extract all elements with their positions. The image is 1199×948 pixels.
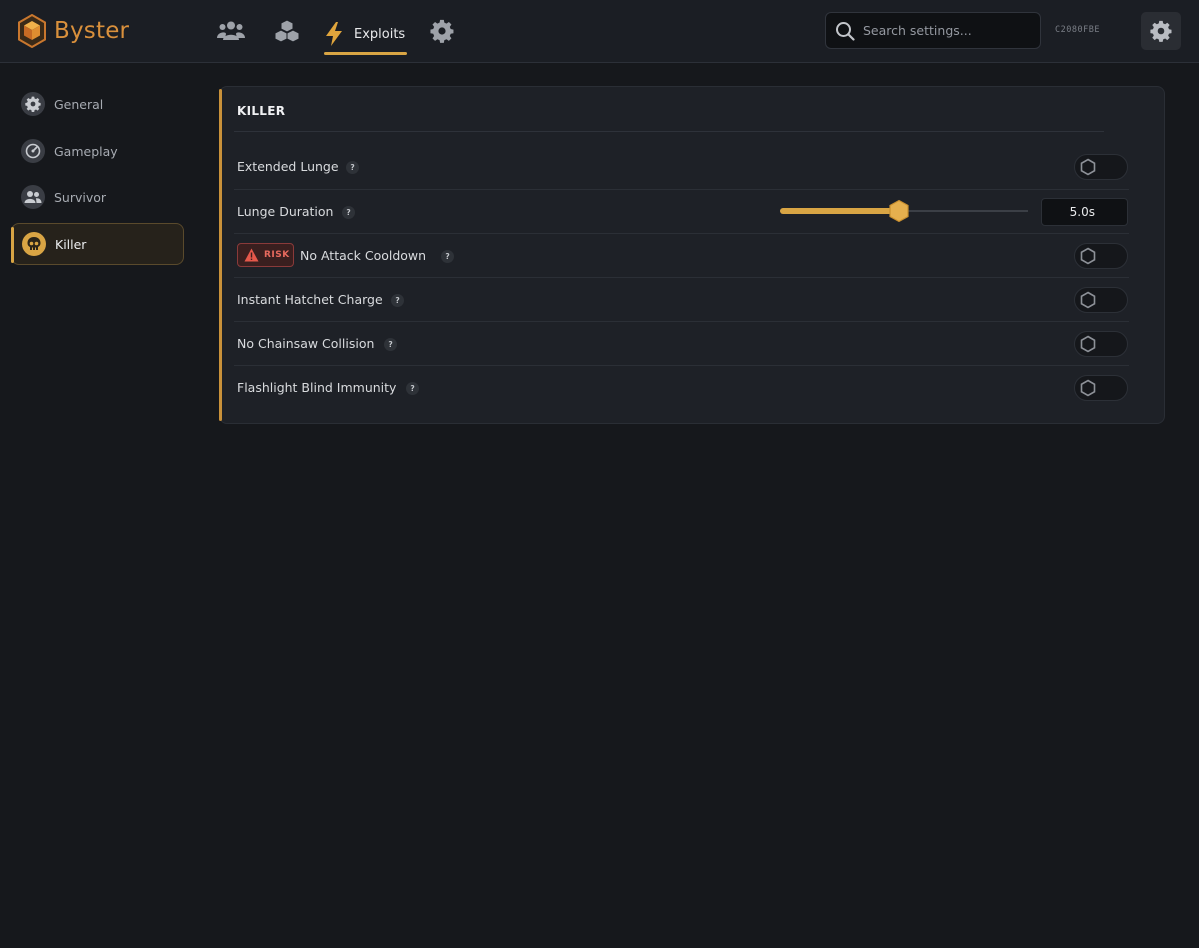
hwid-label: C2080FBE xyxy=(1055,25,1100,35)
nav-tab-players[interactable] xyxy=(217,17,245,45)
nav-tab-exploits[interactable]: Exploits xyxy=(323,14,407,55)
help-icon[interactable]: ? xyxy=(441,250,454,263)
slider-handle-icon[interactable] xyxy=(888,199,910,223)
hexagon-knob-icon xyxy=(1080,291,1096,309)
sidebar-item-survivor[interactable]: Survivor xyxy=(11,176,184,218)
hexagon-knob-icon xyxy=(1080,247,1096,265)
hexagon-knob-icon xyxy=(1080,379,1096,397)
app-window: Byster Exploits Search settings... C2080… xyxy=(0,0,1199,948)
active-tab-indicator xyxy=(324,52,407,55)
sidebar-item-label: Survivor xyxy=(54,189,107,205)
setting-label: No Attack Cooldown xyxy=(300,248,427,263)
sidebar-item-general[interactable]: General xyxy=(11,83,184,125)
settings-button[interactable] xyxy=(1141,12,1181,50)
sidebar-item-killer[interactable]: Killer xyxy=(11,223,184,265)
risk-badge-label: RISK xyxy=(264,250,290,260)
lunge-duration-slider[interactable] xyxy=(780,199,1028,223)
gauge-icon xyxy=(21,139,45,163)
no-chainsaw-collision-toggle[interactable] xyxy=(1074,331,1128,357)
setting-row-flashlight-blind-immunity: Flashlight Blind Immunity ? xyxy=(234,365,1129,409)
brand-name: Byster xyxy=(54,18,130,44)
hexagon-knob-icon xyxy=(1080,158,1096,176)
setting-row-no-chainsaw-collision: No Chainsaw Collision ? xyxy=(234,321,1129,365)
setting-label: No Chainsaw Collision xyxy=(237,336,375,351)
sidebar-item-gameplay[interactable]: Gameplay xyxy=(11,130,184,172)
search-box[interactable] xyxy=(825,12,1041,49)
nav-tab-modules[interactable] xyxy=(273,17,301,45)
section-divider xyxy=(234,131,1104,132)
help-icon[interactable]: ? xyxy=(342,206,355,219)
setting-row-instant-hatchet-charge: Instant Hatchet Charge ? xyxy=(234,277,1129,321)
sidebar-item-label: Gameplay xyxy=(54,143,118,159)
brand: Byster xyxy=(17,14,129,48)
bolt-icon xyxy=(326,22,342,46)
help-icon[interactable]: ? xyxy=(406,382,419,395)
skull-icon xyxy=(22,232,46,256)
section-title: KILLER xyxy=(237,104,286,118)
extended-lunge-toggle[interactable] xyxy=(1074,154,1128,180)
risk-badge: RISK xyxy=(237,243,294,267)
search-icon xyxy=(836,21,855,41)
setting-row-no-attack-cooldown: RISK No Attack Cooldown ? xyxy=(234,233,1129,277)
instant-hatchet-charge-toggle[interactable] xyxy=(1074,287,1128,313)
users-icon xyxy=(217,21,245,40)
setting-row-lunge-duration: Lunge Duration ? 5.0s xyxy=(234,189,1129,233)
flashlight-blind-immunity-toggle[interactable] xyxy=(1074,375,1128,401)
users-icon xyxy=(21,185,45,209)
gear-icon xyxy=(430,19,454,43)
sidebar-item-label: General xyxy=(54,96,104,112)
setting-label: Lunge Duration xyxy=(237,204,334,219)
top-bar: Byster Exploits Search settings... C2080… xyxy=(0,0,1199,63)
setting-row-extended-lunge: Extended Lunge ? xyxy=(234,145,1129,189)
search-input[interactable] xyxy=(861,22,1035,39)
lunge-duration-value[interactable]: 5.0s xyxy=(1041,198,1128,226)
panel-accent-bar xyxy=(219,89,222,421)
setting-label: Flashlight Blind Immunity xyxy=(237,380,397,395)
nav-tab-config[interactable] xyxy=(428,17,456,45)
killer-settings-panel: KILLER Extended Lunge ? Lunge Duration ?… xyxy=(219,86,1165,424)
nav-tab-exploits-label: Exploits xyxy=(354,26,406,42)
hexagon-knob-icon xyxy=(1080,335,1096,353)
setting-label: Instant Hatchet Charge xyxy=(237,292,383,307)
sidebar: General Gameplay Survivor Killer xyxy=(0,63,200,948)
cubes-icon xyxy=(274,19,300,43)
byster-logo-icon xyxy=(18,14,46,48)
warning-icon xyxy=(244,248,259,262)
gear-icon xyxy=(21,92,45,116)
setting-label: Extended Lunge xyxy=(237,159,339,174)
gear-icon xyxy=(1150,20,1172,42)
help-icon[interactable]: ? xyxy=(391,294,404,307)
slider-fill xyxy=(780,208,899,214)
no-attack-cooldown-toggle[interactable] xyxy=(1074,243,1128,269)
help-icon[interactable]: ? xyxy=(346,161,359,174)
sidebar-item-label: Killer xyxy=(55,236,87,252)
help-icon[interactable]: ? xyxy=(384,338,397,351)
